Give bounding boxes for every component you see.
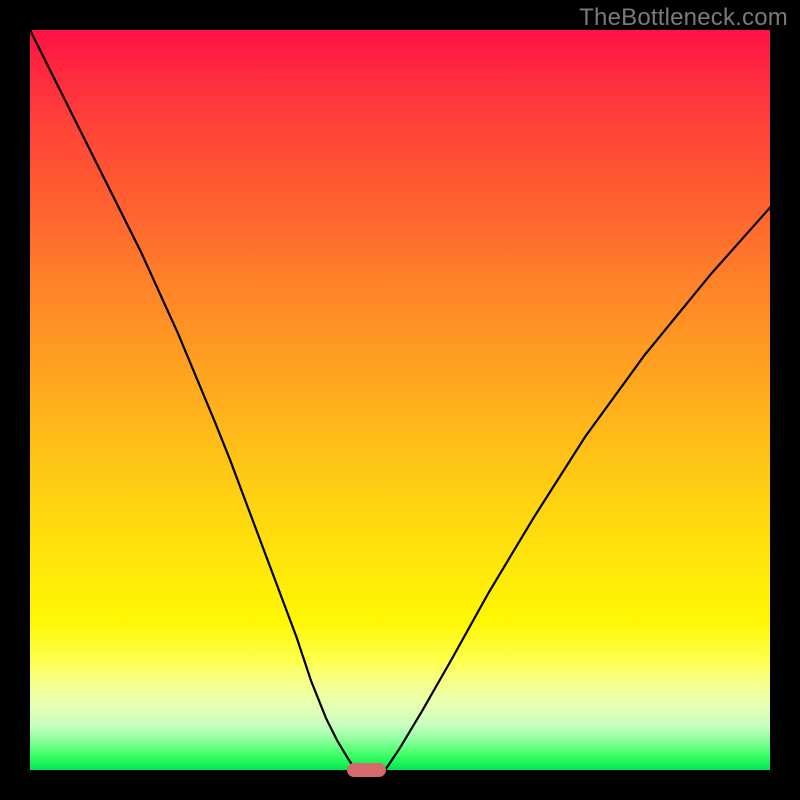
chart-frame: TheBottleneck.com [0,0,800,800]
curve-right-branch [385,208,770,770]
optimum-marker [347,763,385,777]
bottleneck-curve [30,30,770,770]
plot-area [30,30,770,770]
watermark-text: TheBottleneck.com [579,4,788,32]
curve-left-branch [30,30,356,770]
